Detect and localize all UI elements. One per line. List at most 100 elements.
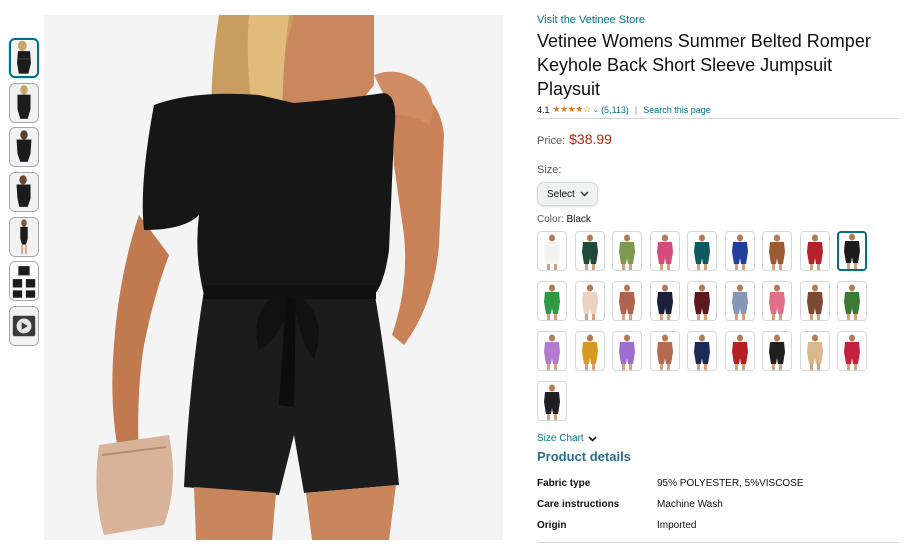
rating-row: 4.1 ★★★★☆ ⌄ (5,113) | Search this page: [537, 104, 899, 119]
swatch-image: [619, 284, 635, 320]
details-value: Machine Wash: [657, 499, 723, 510]
swatch-image: [844, 284, 860, 320]
price-value: $38.99: [569, 131, 612, 147]
star-rating-icon[interactable]: ★★★★☆: [553, 104, 591, 115]
color-swatch-maroon[interactable]: [687, 281, 717, 321]
swatch-image: [544, 284, 560, 320]
size-select-label: Select: [547, 188, 575, 200]
color-swatch-pink[interactable]: [649, 231, 680, 271]
swatch-image: [656, 334, 673, 370]
color-swatch-terracotta[interactable]: [649, 331, 680, 371]
size-select[interactable]: Select: [537, 182, 598, 206]
product-info: Visit the Vetinee Store Vetinee Womens S…: [537, 14, 899, 543]
thumbnail-list: [9, 38, 39, 351]
thumbnail-6[interactable]: [9, 261, 39, 302]
color-swatches: [537, 231, 899, 421]
details-key: Fabric type: [537, 478, 591, 489]
swatch-image: [731, 284, 748, 320]
thumbnail-video[interactable]: [9, 306, 39, 347]
color-swatch-olive[interactable]: [612, 231, 642, 271]
details-value: Imported: [657, 520, 697, 531]
details-row: Care instructions Machine Wash: [537, 499, 899, 520]
swatch-image: [581, 234, 598, 270]
chevron-down-icon: [580, 191, 589, 197]
details-row: Origin Imported: [537, 520, 899, 541]
color-swatch-rose-pink[interactable]: [762, 281, 792, 321]
thumbnail-image: [10, 84, 38, 122]
thumbnail-4[interactable]: [9, 172, 39, 213]
color-swatch-royal-blue[interactable]: [724, 231, 755, 271]
color-swatch-forest-green[interactable]: [837, 281, 867, 321]
color-swatch-rose-brown[interactable]: [612, 281, 642, 321]
store-link[interactable]: Visit the Vetinee Store: [537, 14, 899, 26]
details-value: 95% POLYESTER, 5%VISCOSE: [657, 478, 804, 489]
swatch-image: [656, 234, 673, 270]
swatch-image: [731, 234, 748, 270]
details-key: Care instructions: [537, 499, 620, 510]
swatch-image: [769, 234, 785, 270]
thumbnail-image: [10, 218, 38, 256]
size-chart-link[interactable]: Size Chart: [537, 433, 899, 444]
color-swatch-tan[interactable]: [799, 331, 830, 371]
product-photo: [44, 15, 503, 540]
thumbnail-image: [10, 173, 38, 211]
thumbnail-1[interactable]: [9, 38, 39, 78]
chevron-down-icon: [588, 435, 597, 442]
thumbnail-2[interactable]: [9, 82, 39, 123]
color-swatch-navy[interactable]: [649, 281, 680, 321]
price-label: Price:: [537, 135, 566, 147]
swatch-image: [544, 384, 560, 420]
color-swatch-lavender[interactable]: [537, 331, 567, 371]
color-swatch-black[interactable]: [837, 231, 867, 271]
swatch-image: [694, 284, 710, 320]
rating-value: 4.1: [537, 104, 550, 115]
swatch-image: [619, 334, 635, 370]
swatch-image: [806, 234, 823, 270]
color-swatch-teal[interactable]: [687, 231, 717, 271]
thumbnail-image: [10, 128, 38, 167]
product-page: Visit the Vetinee Store Vetinee Womens S…: [0, 0, 922, 553]
color-label: Color: Black: [537, 214, 899, 225]
swatch-image: [806, 284, 823, 320]
swatch-image: [769, 334, 785, 370]
swatch-image: [581, 284, 598, 320]
size-chart-label: Size Chart: [537, 433, 584, 444]
color-swatch-white[interactable]: [537, 231, 567, 271]
swatch-image: [581, 334, 598, 370]
color-swatch-dark-navy[interactable]: [687, 331, 717, 371]
product-details-table: Fabric type 95% POLYESTER, 5%VISCOSE Care …: [537, 478, 899, 541]
size-label: Size:: [537, 164, 562, 176]
color-swatch-grey-blue[interactable]: [724, 281, 755, 321]
color-swatch-coffee[interactable]: [799, 281, 830, 321]
product-title: Vetinee Womens Summer Belted Romper Keyh…: [537, 31, 871, 99]
chevron-down-icon[interactable]: ⌄: [592, 105, 599, 114]
color-swatch-red[interactable]: [799, 231, 830, 271]
thumbnail-5[interactable]: [9, 216, 39, 257]
swatch-image: [844, 233, 860, 269]
color-swatch-beige[interactable]: [574, 281, 605, 321]
search-this-page-link[interactable]: Search this page: [643, 105, 711, 115]
main-product-image[interactable]: [44, 15, 503, 540]
selected-color: Black: [566, 214, 591, 225]
color-swatch-green[interactable]: [537, 281, 567, 321]
thumbnail-image: [10, 262, 38, 301]
swatch-image: [844, 334, 860, 370]
color-swatch-raspberry[interactable]: [837, 331, 867, 371]
product-details-title: Product details: [537, 449, 631, 464]
color-swatch-mustard[interactable]: [574, 331, 605, 371]
price-row: Price: $38.99: [537, 131, 899, 147]
details-row: Fabric type 95% POLYESTER, 5%VISCOSE: [537, 478, 899, 499]
color-swatch-lilac[interactable]: [612, 331, 642, 371]
color-swatch-black-2[interactable]: [762, 331, 792, 371]
thumbnail-3[interactable]: [9, 127, 39, 168]
thumbnail-image: [11, 40, 37, 76]
swatch-image: [544, 234, 560, 270]
color-swatch-brown[interactable]: [762, 231, 792, 271]
color-swatch-dark-green[interactable]: [574, 231, 605, 271]
color-swatch-black-3[interactable]: [537, 381, 567, 421]
swatch-image: [619, 234, 635, 270]
details-key: Origin: [537, 520, 567, 531]
color-swatch-crimson[interactable]: [724, 331, 755, 371]
swatch-image: [806, 334, 823, 370]
ratings-count-link[interactable]: (5,113): [601, 105, 629, 115]
